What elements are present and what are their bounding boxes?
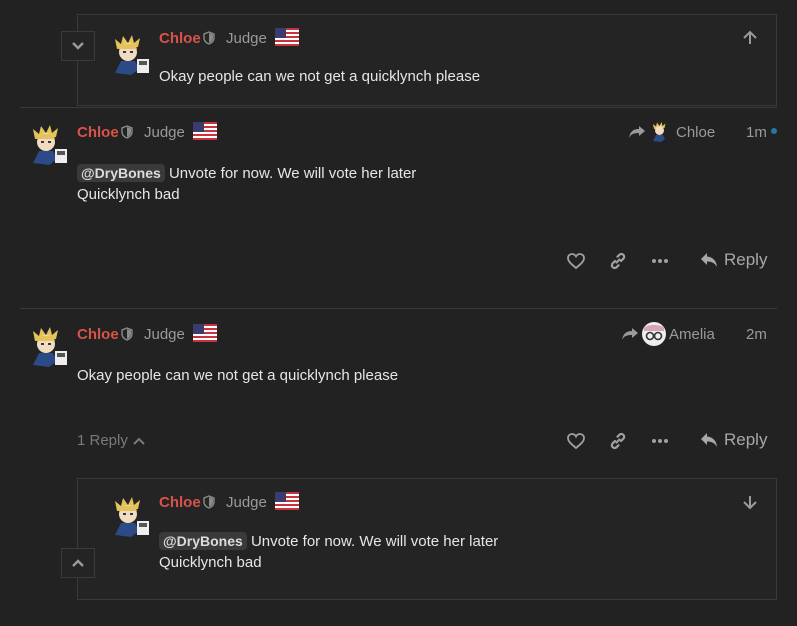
user-title: Judge (144, 326, 185, 343)
show-replies-button[interactable]: 1 Reply (77, 432, 145, 449)
shield-icon (121, 327, 133, 341)
avatar[interactable] (27, 325, 67, 369)
copy-link-button[interactable] (607, 250, 629, 272)
post-line: Unvote for now. We will vote her later (250, 533, 499, 550)
post-text: Okay people can we not get a quicklynch … (77, 367, 399, 384)
post-date[interactable]: 1m (746, 124, 767, 141)
more-icon (652, 259, 668, 263)
shield-icon (203, 31, 215, 45)
chevron-up-icon (72, 559, 84, 567)
post-line: Quicklynch bad (159, 554, 262, 571)
post-divider (20, 107, 777, 108)
link-icon (610, 252, 626, 270)
reply-to-username: Chloe (676, 124, 716, 141)
post-username[interactable]: Chloe (159, 30, 201, 47)
link-icon (610, 432, 626, 450)
more-actions-button[interactable] (649, 430, 671, 452)
post-username[interactable]: Chloe (77, 326, 119, 343)
share-arrow-icon (629, 126, 645, 138)
post-username[interactable]: Chloe (159, 494, 201, 511)
embedded-parent-post (77, 14, 777, 106)
post-text: @DryBones Unvote for now. We will vote h… (77, 163, 416, 205)
mention-link[interactable]: @DryBones (77, 164, 165, 182)
post-date[interactable]: 2m (746, 326, 767, 343)
like-button[interactable] (565, 250, 587, 272)
avatar[interactable] (109, 33, 149, 77)
collapse-replies-button[interactable] (61, 548, 95, 578)
reply-button[interactable]: Reply (700, 250, 767, 270)
chevron-up-icon (133, 437, 145, 445)
avatar[interactable] (109, 495, 149, 539)
arrow-up-icon[interactable] (742, 30, 758, 46)
avatar (653, 122, 666, 142)
reply-to-link[interactable]: Chloe (628, 120, 720, 144)
more-icon (652, 439, 668, 443)
reply-to-link[interactable]: Amelia (621, 321, 721, 347)
heart-icon (567, 253, 585, 269)
post-text: @DryBones Unvote for now. We will vote h… (159, 531, 498, 573)
us-flag-icon (193, 324, 217, 342)
post-line: Quicklynch bad (77, 186, 180, 203)
reply-label: Reply (724, 430, 768, 449)
post-divider (20, 308, 777, 309)
arrow-down-icon[interactable] (742, 494, 758, 510)
reply-to-username: Amelia (669, 326, 715, 343)
replies-count-label: 1 Reply (77, 432, 128, 449)
collapse-parent-button[interactable] (61, 31, 95, 61)
post-line: Unvote for now. We will vote her later (168, 165, 417, 182)
us-flag-icon (275, 28, 299, 46)
us-flag-icon (193, 122, 217, 140)
mention-link[interactable]: @DryBones (159, 532, 247, 550)
post-text: Okay people can we not get a quicklynch … (159, 68, 481, 85)
avatar[interactable] (27, 123, 67, 167)
user-title: Judge (144, 124, 185, 141)
heart-icon (567, 433, 585, 449)
reply-arrow-icon (701, 253, 717, 267)
chevron-down-icon (72, 42, 84, 50)
shield-icon (203, 495, 215, 509)
post-username[interactable]: Chloe (77, 124, 119, 141)
reply-label: Reply (724, 250, 768, 269)
unread-indicator (771, 128, 777, 134)
like-button[interactable] (565, 430, 587, 452)
user-title: Judge (226, 494, 267, 511)
user-title: Judge (226, 30, 267, 47)
reply-button[interactable]: Reply (700, 430, 767, 450)
copy-link-button[interactable] (607, 430, 629, 452)
reply-arrow-icon (701, 433, 717, 447)
shield-icon (121, 125, 133, 139)
share-arrow-icon (622, 328, 638, 340)
us-flag-icon (275, 492, 299, 510)
more-actions-button[interactable] (649, 250, 671, 272)
avatar (642, 322, 666, 346)
